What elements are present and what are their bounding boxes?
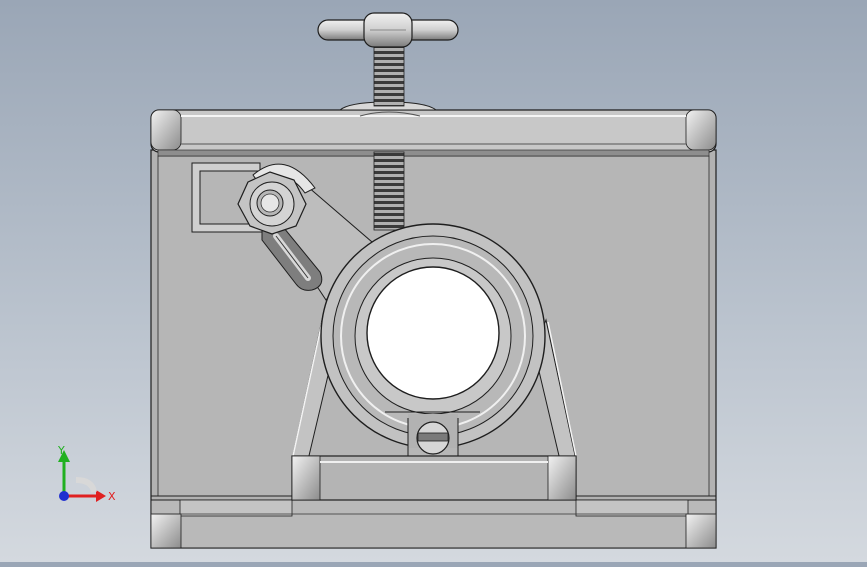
x-axis-label: X [108, 490, 116, 503]
z-axis-dot [59, 491, 69, 501]
slotted-screw[interactable] [416, 421, 450, 455]
axis-triad: Y X [44, 436, 124, 512]
top-cover-plate[interactable] [150, 101, 717, 157]
cad-graphics-viewport[interactable] [0, 0, 867, 562]
y-axis-label: Y [57, 444, 65, 457]
cad-model-drawing [150, 12, 717, 549]
base-support-block[interactable] [291, 455, 577, 501]
